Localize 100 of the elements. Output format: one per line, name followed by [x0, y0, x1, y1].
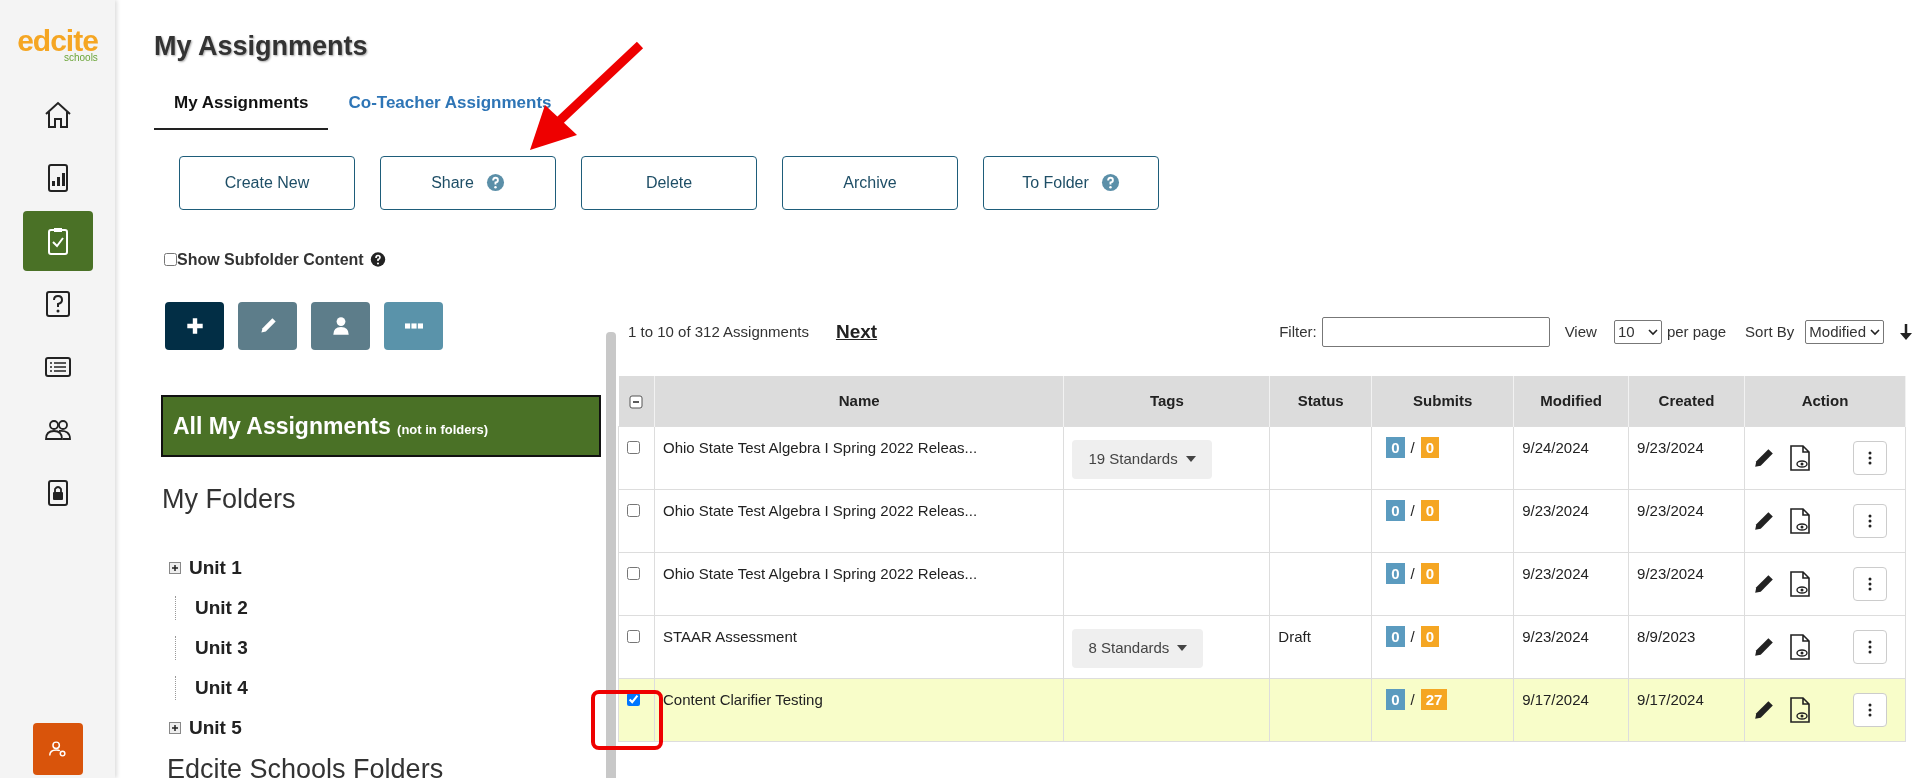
- slash-separator: /: [1410, 691, 1415, 709]
- document-eye-icon[interactable]: [1789, 697, 1811, 724]
- document-eye-icon[interactable]: [1789, 571, 1811, 598]
- help-icon: [369, 250, 386, 270]
- submits-count: 0: [1420, 500, 1440, 522]
- filter-label: Filter:: [1279, 321, 1317, 342]
- assignment-name: Ohio State Test Algebra I Spring 2022 Releas...: [663, 565, 978, 583]
- assignment-name: Ohio State Test Algebra I Spring 2022 Releas...: [663, 439, 978, 457]
- kebab-icon: [1868, 703, 1872, 718]
- kebab-icon: [1868, 577, 1872, 592]
- column-header: Tags: [1149, 391, 1184, 409]
- per-page-label: per page: [1666, 321, 1727, 342]
- column-header: Created: [1658, 391, 1715, 409]
- date-text: 9/23/2024: [1637, 439, 1704, 457]
- select-all-icon[interactable]: [629, 394, 644, 409]
- sort-direction-icon[interactable]: [1899, 322, 1913, 341]
- tags-dropdown[interactable]: 19 Standards: [1072, 440, 1212, 479]
- slash-separator: /: [1410, 502, 1415, 520]
- pencil-icon[interactable]: [1753, 447, 1775, 470]
- caret-icon: [1647, 327, 1658, 336]
- help-button[interactable]: To Folder: [983, 155, 1159, 210]
- submits-count: 0: [1420, 563, 1440, 585]
- folder-item[interactable]: Unit 1: [189, 553, 242, 583]
- slash-separator: /: [1410, 565, 1415, 583]
- pencil-icon[interactable]: [1753, 699, 1775, 722]
- document-eye-icon[interactable]: [1789, 508, 1811, 535]
- checkbox-label: Show Subfolder Content: [177, 249, 364, 270]
- tags-dropdown[interactable]: 8 Standards: [1072, 629, 1204, 668]
- assignment-name: Content Clarifier Testing: [663, 691, 823, 709]
- action-button[interactable]: Archive: [782, 155, 958, 210]
- column-header: Submits: [1413, 391, 1473, 409]
- folder-item[interactable]: Unit 2: [195, 593, 248, 623]
- submits-count: 27: [1420, 689, 1448, 711]
- view-label: View: [1564, 321, 1597, 342]
- expand-icon[interactable]: [169, 561, 181, 574]
- action-button[interactable]: Create New: [179, 155, 355, 210]
- expand-icon[interactable]: [169, 721, 181, 734]
- date-text: 9/23/2024: [1637, 502, 1704, 520]
- sort-label: Sort By: [1745, 321, 1795, 342]
- account-button[interactable]: [32, 723, 83, 775]
- page-title: My Assignments: [154, 30, 369, 63]
- caret-icon: [1870, 327, 1880, 336]
- share-folder-button[interactable]: [311, 301, 370, 350]
- help-icon: [485, 173, 505, 193]
- next-link[interactable]: Next: [835, 317, 878, 347]
- date-text: 9/23/2024: [1522, 628, 1589, 646]
- section-heading: My Folders: [162, 483, 297, 517]
- kebab-icon: [1868, 451, 1872, 466]
- slash-separator: /: [1410, 628, 1415, 646]
- highlight-box: [591, 690, 663, 750]
- caret-icon: [1177, 645, 1188, 652]
- submits-count: 0: [1386, 563, 1405, 585]
- help-icon: [1100, 173, 1120, 193]
- folder-item[interactable]: Unit 4: [195, 673, 248, 703]
- scrollbar[interactable]: [606, 331, 616, 778]
- assignment-name: STAAR Assessment: [663, 628, 797, 646]
- folder-item[interactable]: Unit 5: [189, 713, 242, 743]
- date-text: 8/9/2023: [1637, 628, 1696, 646]
- pagination-summary: 1 to 10 of 312 Assignments: [628, 321, 809, 342]
- date-text: 9/23/2024: [1522, 565, 1589, 583]
- row-checkbox[interactable]: [627, 567, 640, 581]
- row-checkbox[interactable]: [627, 441, 640, 455]
- submits-count: 0: [1386, 437, 1405, 459]
- submits-count: 0: [1420, 626, 1440, 648]
- row-checkbox[interactable]: [627, 630, 640, 644]
- date-text: 9/17/2024: [1522, 691, 1589, 709]
- date-text: 9/17/2024: [1637, 691, 1704, 709]
- pencil-icon[interactable]: [1753, 573, 1775, 596]
- folder-header[interactable]: All My Assignments (not in folders): [161, 394, 601, 458]
- add-folder-button[interactable]: [165, 301, 224, 350]
- sort-select[interactable]: Modified: [1805, 319, 1884, 344]
- filter-field[interactable]: [1321, 316, 1550, 347]
- column-header: Modified: [1540, 391, 1602, 409]
- dots-icon: [404, 322, 423, 329]
- document-eye-icon[interactable]: [1789, 445, 1811, 472]
- status-text: Draft: [1278, 628, 1311, 646]
- action-button[interactable]: Delete: [581, 155, 757, 210]
- kebab-icon: [1868, 640, 1872, 655]
- date-text: 9/23/2024: [1637, 565, 1704, 583]
- caret-icon: [1185, 456, 1196, 463]
- checkbox[interactable]: [164, 253, 177, 267]
- tab[interactable]: My Assignments: [154, 82, 329, 130]
- help-button[interactable]: Share: [380, 155, 556, 210]
- submits-count: 0: [1420, 437, 1440, 459]
- pencil-icon[interactable]: [1753, 510, 1775, 533]
- submits-count: 0: [1386, 689, 1405, 711]
- column-header: Action: [1801, 391, 1849, 409]
- pencil-icon[interactable]: [1753, 636, 1775, 659]
- document-eye-icon[interactable]: [1789, 634, 1811, 661]
- row-checkbox[interactable]: [627, 693, 640, 707]
- tab[interactable]: Co-Teacher Assignments: [328, 82, 572, 130]
- more-button[interactable]: [384, 301, 443, 350]
- edit-folder-button[interactable]: [238, 301, 297, 350]
- page-size-select[interactable]: 10: [1613, 319, 1662, 344]
- kebab-icon: [1868, 514, 1872, 529]
- column-header: Status: [1297, 391, 1344, 409]
- folder-item[interactable]: Unit 3: [195, 633, 248, 663]
- slash-separator: /: [1410, 439, 1415, 457]
- row-checkbox[interactable]: [627, 504, 640, 518]
- column-header: Name: [838, 391, 880, 409]
